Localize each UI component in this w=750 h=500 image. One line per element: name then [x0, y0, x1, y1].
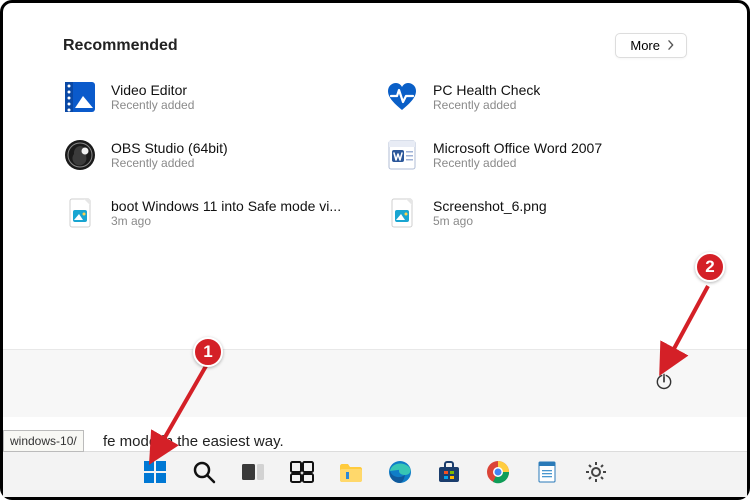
image-file-icon	[385, 196, 419, 230]
chevron-right-icon	[666, 38, 676, 53]
taskbar-settings-button[interactable]	[578, 457, 614, 493]
taskbar-edge-button[interactable]	[382, 457, 418, 493]
recommended-grid: Video Editor Recently added PC Health Ch…	[63, 80, 687, 230]
recommended-title: Recommended	[63, 37, 178, 55]
start-menu-recommended-section: Recommended More Video Editor Recently a…	[3, 3, 747, 240]
image-file-icon	[63, 196, 97, 230]
recommended-item[interactable]: Microsoft Office Word 2007 Recently adde…	[385, 138, 687, 172]
taskbar-chrome-button[interactable]	[480, 457, 516, 493]
word-2007-icon	[385, 138, 419, 172]
taskbar-file-explorer-button[interactable]	[333, 457, 369, 493]
widgets-icon	[289, 459, 315, 490]
pc-health-check-icon	[385, 80, 419, 114]
microsoft-store-icon	[436, 459, 462, 490]
more-button-label: More	[630, 38, 660, 53]
recommended-item-sub: Recently added	[111, 98, 194, 112]
edge-icon	[387, 459, 413, 490]
start-menu-footer	[3, 349, 747, 417]
recommended-item-sub: Recently added	[433, 156, 602, 170]
recommended-item-name: Microsoft Office Word 2007	[433, 140, 602, 156]
recommended-item[interactable]: boot Windows 11 into Safe mode vi... 3m …	[63, 196, 365, 230]
taskbar-store-button[interactable]	[431, 457, 467, 493]
chrome-icon	[485, 459, 511, 490]
recommended-item-sub: 3m ago	[111, 214, 341, 228]
obs-studio-icon	[63, 138, 97, 172]
taskbar-widgets-button[interactable]	[284, 457, 320, 493]
recommended-item[interactable]: Video Editor Recently added	[63, 80, 365, 114]
more-button[interactable]: More	[615, 33, 687, 58]
annotation-marker-1: 1	[193, 337, 223, 367]
link-tooltip: windows-10/	[3, 430, 84, 452]
recommended-item-sub: Recently added	[433, 98, 540, 112]
taskbar-notepad-button[interactable]	[529, 457, 565, 493]
recommended-item[interactable]: OBS Studio (64bit) Recently added	[63, 138, 365, 172]
recommended-item-name: PC Health Check	[433, 82, 540, 98]
recommended-item-name: boot Windows 11 into Safe mode vi...	[111, 198, 341, 214]
gear-icon	[583, 459, 609, 490]
notepad-icon	[534, 459, 560, 490]
annotation-arrow-1	[138, 358, 218, 468]
recommended-item-name: Screenshot_6.png	[433, 198, 547, 214]
recommended-item-sub: 5m ago	[433, 214, 547, 228]
recommended-item[interactable]: Screenshot_6.png 5m ago	[385, 196, 687, 230]
taskbar-task-view-button[interactable]	[235, 457, 271, 493]
recommended-item-name: OBS Studio (64bit)	[111, 140, 228, 156]
file-explorer-icon	[338, 459, 364, 490]
annotation-arrow-2	[653, 281, 723, 381]
video-editor-icon	[63, 80, 97, 114]
annotation-marker-2: 2	[695, 252, 725, 282]
recommended-item-sub: Recently added	[111, 156, 228, 170]
recommended-item-name: Video Editor	[111, 82, 194, 98]
recommended-item[interactable]: PC Health Check Recently added	[385, 80, 687, 114]
taskbar	[3, 451, 747, 497]
task-view-icon	[240, 459, 266, 490]
